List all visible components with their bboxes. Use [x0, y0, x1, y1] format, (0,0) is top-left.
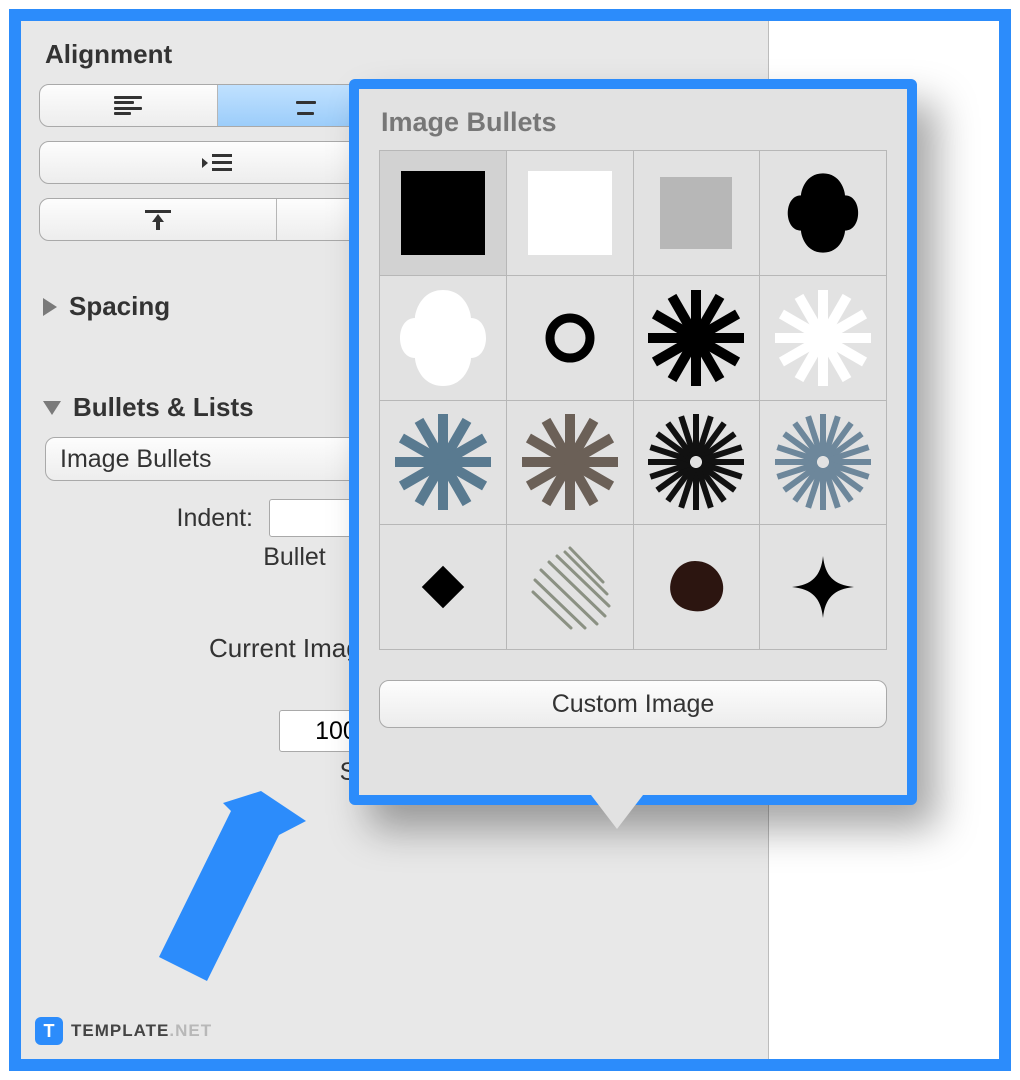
footer-logo-icon: T: [35, 1017, 63, 1045]
bullet-white-square[interactable]: [507, 151, 633, 275]
bullet-brown-asterisk[interactable]: [507, 401, 633, 525]
bullet-black-asterisk[interactable]: [634, 276, 760, 400]
valign-top-button[interactable]: [40, 199, 277, 240]
bullet-black-quatrefoil[interactable]: [760, 151, 886, 275]
alignment-heading: Alignment: [45, 39, 750, 70]
align-left-icon: [114, 96, 142, 116]
footer-badge: T TEMPLATE.NET: [35, 1017, 212, 1045]
footer-brand: TEMPLATE.NET: [71, 1021, 212, 1041]
align-center-icon: [292, 96, 320, 116]
indent-label: Indent:: [39, 504, 269, 533]
bullet-blue-sunburst[interactable]: [760, 401, 886, 525]
bullet-type-value: Image Bullets: [60, 445, 211, 474]
custom-image-button[interactable]: Custom Image: [379, 680, 887, 728]
screenshot-frame: Alignment: [9, 9, 1011, 1071]
indent-decrease-button[interactable]: [40, 142, 395, 183]
bullet-white-quatrefoil[interactable]: [380, 276, 506, 400]
align-left-button[interactable]: [40, 85, 218, 126]
image-bullets-popover: Image Bullets: [349, 79, 917, 805]
bullet-scribble-diamond[interactable]: [507, 525, 633, 649]
bullet-black-sunburst[interactable]: [634, 401, 760, 525]
chevron-right-icon: [43, 298, 57, 316]
valign-top-icon: [141, 207, 175, 233]
chevron-down-icon: [43, 401, 61, 415]
bullet-black-sparkle[interactable]: [760, 525, 886, 649]
bullet-black-square[interactable]: [380, 151, 506, 275]
custom-image-label: Custom Image: [552, 690, 715, 719]
bullet-grid: [379, 150, 887, 650]
bullet-gray-square[interactable]: [634, 151, 760, 275]
popover-tail: [591, 795, 643, 829]
indent-decrease-icon: [200, 150, 234, 176]
spacing-heading: Spacing: [69, 291, 170, 322]
bullet-brown-blob[interactable]: [634, 525, 760, 649]
popover-title: Image Bullets: [359, 89, 907, 150]
bullet-blue-asterisk[interactable]: [380, 401, 506, 525]
bullets-heading: Bullets & Lists: [73, 392, 254, 423]
bullet-black-diamond[interactable]: [380, 525, 506, 649]
bullet-white-asterisk[interactable]: [760, 276, 886, 400]
bullet-black-ring[interactable]: [507, 276, 633, 400]
